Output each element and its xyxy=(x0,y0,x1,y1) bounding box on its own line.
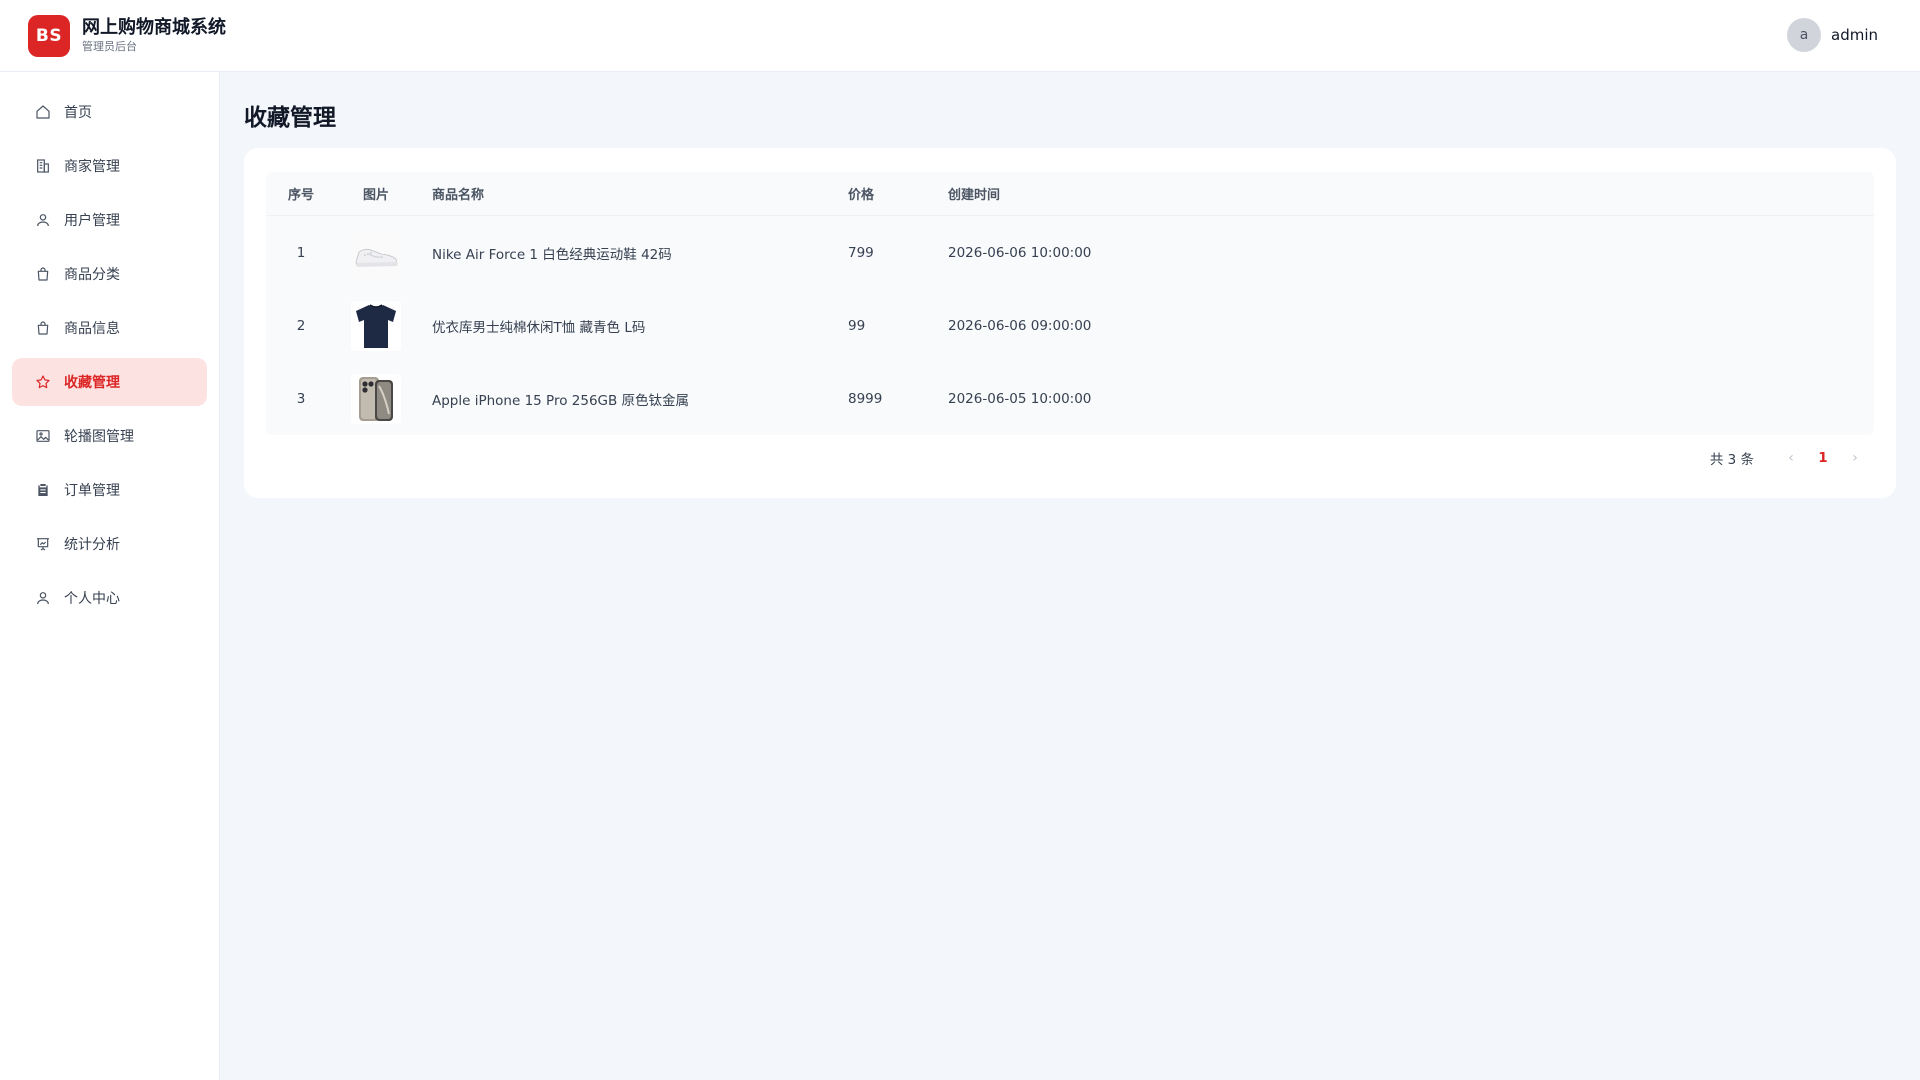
clipboard-icon xyxy=(34,481,52,499)
sidebar-item-statistics[interactable]: 统计分析 xyxy=(12,520,207,568)
pagination: 共 3 条 ‹ 1 › xyxy=(1710,448,1866,468)
prev-page-button[interactable]: ‹ xyxy=(1780,450,1802,466)
table-row: 1 Nike Air Force 1 白色经典运动鞋 42码 799 2026-… xyxy=(266,216,1874,289)
sidebar-item-label: 收藏管理 xyxy=(64,375,120,391)
sidebar-item-label: 统计分析 xyxy=(64,537,120,553)
row-index: 2 xyxy=(296,317,306,334)
sidebar-item-orders[interactable]: 订单管理 xyxy=(12,466,207,514)
sidebar-item-label: 个人中心 xyxy=(64,591,120,607)
tshirt-image[interactable] xyxy=(351,300,401,351)
sidebar: 首页 商家管理 用户管理 商品分类 商品信息 收藏管理 轮播图管理 订单管理 统… xyxy=(0,72,220,1080)
sidebar-item-label: 首页 xyxy=(64,105,92,121)
page-number-button[interactable]: 1 xyxy=(1802,450,1844,466)
home-icon xyxy=(34,103,52,121)
sidebar-item-favorites[interactable]: 收藏管理 xyxy=(12,358,207,406)
column-header-image: 图片 xyxy=(362,188,389,203)
column-header-index: 序号 xyxy=(287,188,314,203)
user-icon xyxy=(34,589,52,607)
row-index: 1 xyxy=(296,244,306,261)
product-image-cell xyxy=(336,227,416,278)
product-image-cell xyxy=(336,373,416,424)
sneaker-image[interactable] xyxy=(351,227,401,278)
favorites-table: 序号 图片 商品名称 价格 创建时间 1 Nike Air Force 1 白色… xyxy=(266,172,1874,435)
product-price: 8999 xyxy=(848,390,883,407)
image-icon xyxy=(34,427,52,445)
row-index: 3 xyxy=(296,390,306,407)
sidebar-item-label: 商品分类 xyxy=(64,267,120,283)
shopping-bag-icon xyxy=(34,319,52,337)
sidebar-item-home[interactable]: 首页 xyxy=(12,88,207,136)
sidebar-item-profile[interactable]: 个人中心 xyxy=(12,574,207,622)
product-name: Nike Air Force 1 白色经典运动鞋 42码 xyxy=(432,246,672,263)
app-subtitle: 管理员后台 xyxy=(82,39,137,53)
sidebar-item-products[interactable]: 商品信息 xyxy=(12,304,207,352)
sidebar-item-label: 用户管理 xyxy=(64,213,120,229)
star-icon xyxy=(34,373,52,391)
brand: 网上购物商城系统 管理员后台 xyxy=(82,17,226,55)
sidebar-item-users[interactable]: 用户管理 xyxy=(12,196,207,244)
created-time: 2026-06-05 10:00:00 xyxy=(948,390,1092,407)
page-title: 收藏管理 xyxy=(244,105,336,131)
username[interactable]: admin xyxy=(1831,26,1878,44)
sidebar-item-label: 商品信息 xyxy=(64,321,120,337)
sidebar-item-merchants[interactable]: 商家管理 xyxy=(12,142,207,190)
sidebar-item-categories[interactable]: 商品分类 xyxy=(12,250,207,298)
next-page-button[interactable]: › xyxy=(1844,450,1866,466)
product-name: 优衣库男士纯棉休闲T恤 藏青色 L码 xyxy=(432,319,646,336)
product-name: Apple iPhone 15 Pro 256GB 原色钛金属 xyxy=(432,392,690,409)
phone-image[interactable] xyxy=(351,373,401,424)
table-header: 序号 图片 商品名称 价格 创建时间 xyxy=(266,172,1874,216)
pagination-total: 共 3 条 xyxy=(1709,452,1754,468)
building-icon xyxy=(34,157,52,175)
product-image-cell xyxy=(336,300,416,351)
sidebar-item-label: 轮播图管理 xyxy=(64,429,134,445)
column-header-price: 价格 xyxy=(848,188,875,203)
app-title: 网上购物商城系统 xyxy=(82,16,226,38)
presentation-chart-icon xyxy=(34,535,52,553)
shopping-bag-icon xyxy=(34,265,52,283)
sidebar-item-banners[interactable]: 轮播图管理 xyxy=(12,412,207,460)
user-icon xyxy=(34,211,52,229)
product-price: 799 xyxy=(848,244,874,261)
favorites-card: 序号 图片 商品名称 价格 创建时间 1 Nike Air Force 1 白色… xyxy=(244,148,1896,498)
created-time: 2026-06-06 09:00:00 xyxy=(948,317,1092,334)
user-menu[interactable]: a admin xyxy=(1787,18,1878,52)
table-row: 3 Apple iPhone 15 Pro 256GB 原色钛金属 8999 2… xyxy=(266,362,1874,435)
top-header: BS 网上购物商城系统 管理员后台 a admin xyxy=(0,0,1920,72)
product-price: 99 xyxy=(848,317,866,334)
created-time: 2026-06-06 10:00:00 xyxy=(948,244,1092,261)
app-logo: BS xyxy=(28,14,70,57)
column-header-created: 创建时间 xyxy=(948,188,1001,203)
sidebar-item-label: 商家管理 xyxy=(64,159,120,175)
avatar[interactable]: a xyxy=(1787,18,1821,52)
table-row: 2 优衣库男士纯棉休闲T恤 藏青色 L码 99 2026-06-06 09:00… xyxy=(266,289,1874,362)
column-header-name: 商品名称 xyxy=(432,188,485,203)
sidebar-item-label: 订单管理 xyxy=(64,483,120,499)
